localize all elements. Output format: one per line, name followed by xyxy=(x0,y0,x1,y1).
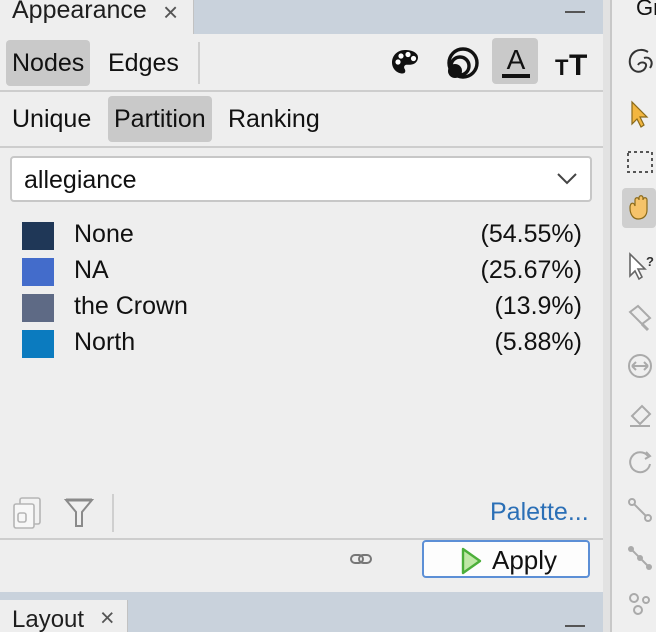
size-rings-icon xyxy=(447,47,479,79)
graph-logo-button xyxy=(622,40,656,80)
hand-icon xyxy=(629,195,648,220)
partition-color-swatch[interactable] xyxy=(22,330,54,358)
rotate-icon xyxy=(629,451,652,474)
appearance-title: Appearance xyxy=(12,0,147,24)
question-pointer-icon: ? xyxy=(629,252,654,281)
label-size-icon: T T xyxy=(555,49,587,79)
partition-row[interactable]: NA (25.67%) xyxy=(22,256,592,292)
svg-text:?: ? xyxy=(646,254,654,269)
cluster-icon xyxy=(629,593,650,615)
color-attribute-button[interactable] xyxy=(382,40,428,86)
path-tool-button[interactable] xyxy=(622,538,656,578)
appearance-close-button[interactable]: × xyxy=(163,0,178,28)
partition-label: NA xyxy=(74,256,109,284)
size-attribute-button[interactable] xyxy=(436,40,482,86)
graph-toolbar: Gr ? xyxy=(612,0,656,632)
label-size-button[interactable]: T T xyxy=(548,40,594,86)
tab-partition[interactable]: Partition xyxy=(108,96,212,142)
label-color-button[interactable]: A xyxy=(492,38,538,84)
chain-link-icon[interactable] xyxy=(350,552,372,566)
drag-tool-button[interactable] xyxy=(622,188,656,228)
layout-close-button[interactable]: × xyxy=(100,604,115,632)
svg-text:T: T xyxy=(569,49,587,79)
partition-label: the Crown xyxy=(74,292,188,320)
resize-tool-button[interactable] xyxy=(622,346,656,386)
path-nodes-icon xyxy=(628,546,652,570)
partition-row[interactable]: the Crown (13.9%) xyxy=(22,292,592,328)
pointer-arrow-icon xyxy=(631,100,649,128)
appearance-minimize-button[interactable] xyxy=(563,0,587,20)
divider xyxy=(0,90,603,92)
partition-color-swatch[interactable] xyxy=(22,294,54,322)
partition-row[interactable]: North (5.88%) xyxy=(22,328,592,364)
graph-tab-title[interactable]: Gr xyxy=(636,0,656,21)
gephi-logo-icon xyxy=(628,48,653,73)
label-color-icon: A xyxy=(502,45,530,78)
copy-doc-icon[interactable] xyxy=(12,496,46,530)
partition-percent: (5.88%) xyxy=(494,328,582,356)
partition-label: None xyxy=(74,220,134,248)
eraser-icon xyxy=(630,404,652,427)
tab-edges[interactable]: Edges xyxy=(102,40,185,86)
edge-nodes-icon xyxy=(628,498,652,522)
partition-percent: (13.9%) xyxy=(494,292,582,320)
palette-link[interactable]: Palette... xyxy=(490,498,589,527)
divider xyxy=(0,146,603,148)
tab-nodes[interactable]: Nodes xyxy=(6,40,91,86)
help-pointer-button[interactable]: ? xyxy=(622,246,656,286)
rectangle-select-button[interactable] xyxy=(622,142,656,182)
layout-title: Layout xyxy=(12,606,85,632)
partition-percent: (25.67%) xyxy=(480,256,582,284)
brush-icon xyxy=(628,304,652,332)
chevron-down-icon xyxy=(557,173,577,185)
target-toolbar: Nodes Edges A T T xyxy=(0,36,603,90)
toolbar-separator xyxy=(198,42,200,84)
play-icon xyxy=(461,547,482,575)
select-tool-button[interactable] xyxy=(622,94,656,134)
cluster-tool-button[interactable] xyxy=(622,584,656,624)
tab-unique[interactable]: Unique xyxy=(6,96,97,142)
svg-text:A: A xyxy=(507,45,526,75)
svg-text:T: T xyxy=(555,55,569,79)
partition-color-swatch[interactable] xyxy=(22,222,54,250)
filter-icon[interactable] xyxy=(64,496,94,530)
partition-percent: (54.55%) xyxy=(480,220,582,248)
tab-ranking[interactable]: Ranking xyxy=(222,96,326,142)
dashed-rectangle-icon xyxy=(627,151,653,173)
attribute-dropdown[interactable]: allegiance xyxy=(10,156,592,202)
app-window: Appearance × Nodes Edges A T T Unique Pa… xyxy=(0,0,656,632)
tools-separator xyxy=(112,494,114,532)
partition-row[interactable]: None (54.55%) xyxy=(22,220,592,256)
apply-button[interactable]: Apply xyxy=(422,540,590,578)
palette-icon xyxy=(392,50,418,74)
rotate-tool-button[interactable] xyxy=(622,442,656,482)
attribute-dropdown-value: allegiance xyxy=(24,166,137,194)
edge-tool-button[interactable] xyxy=(622,490,656,530)
apply-button-label: Apply xyxy=(492,545,558,575)
partition-label: North xyxy=(74,328,136,356)
resize-arrows-icon xyxy=(628,354,652,378)
layout-minimize-button[interactable] xyxy=(563,616,587,632)
painter-tool-button[interactable] xyxy=(622,298,656,338)
partition-color-swatch[interactable] xyxy=(22,258,54,286)
apply-row: Apply xyxy=(0,540,603,584)
eraser-tool-button[interactable] xyxy=(622,394,656,434)
